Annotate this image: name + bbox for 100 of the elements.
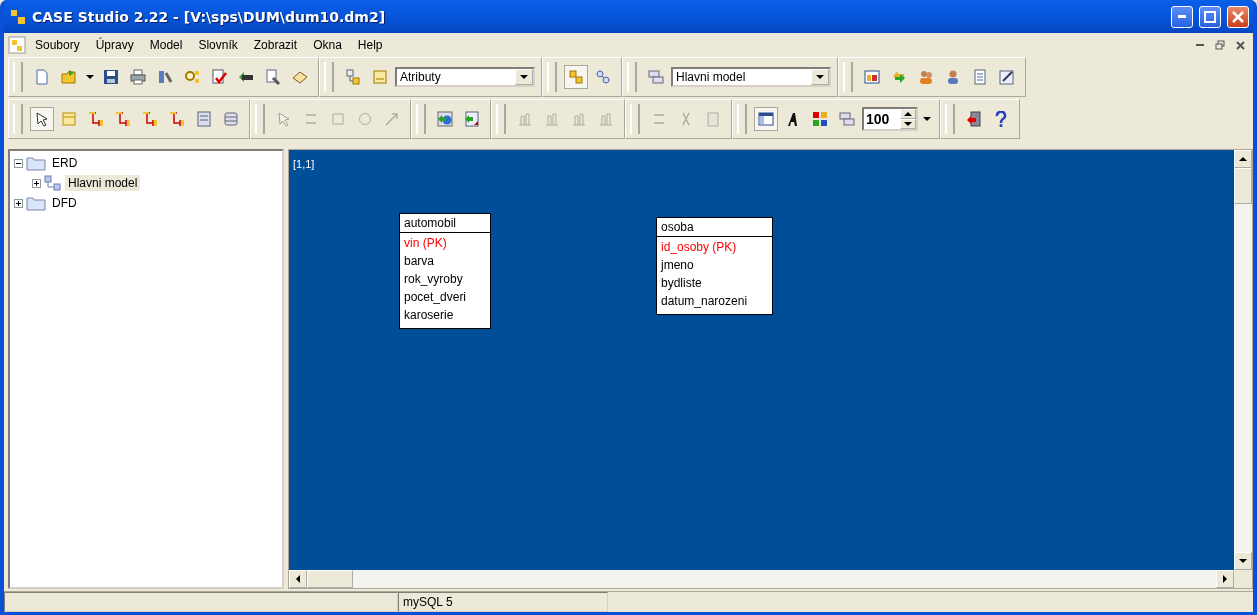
pencil-icon: [999, 69, 1015, 85]
toolbar-grip[interactable]: [843, 62, 853, 92]
triangle-icon: [1239, 559, 1247, 563]
blank-page-icon: [34, 69, 50, 85]
attribute: id_osoby (PK): [660, 239, 738, 256]
dropdown-button[interactable]: [811, 69, 829, 85]
pointer-icon: [34, 111, 50, 127]
menu-item[interactable]: Slovník: [191, 36, 245, 54]
tree-item[interactable]: DFD: [49, 195, 80, 211]
minimize-icon: [1178, 15, 1186, 18]
maximize-icon: [1204, 10, 1216, 23]
app-logo-icon: [10, 8, 26, 25]
relation-icon: [169, 111, 185, 127]
window-title: CASE Studio 2.22 - [V:\sps\DUM\dum10.dm2]: [32, 8, 387, 25]
toolbar-button[interactable]: [30, 107, 54, 131]
toolbar-grip[interactable]: [630, 104, 640, 134]
question-mark-icon: [993, 111, 1009, 127]
scroll-right-button[interactable]: [1216, 570, 1234, 588]
menu-item[interactable]: Zobrazit: [246, 36, 305, 54]
attribute: datum_narozeni: [660, 293, 749, 310]
minimize-button[interactable]: [1171, 5, 1193, 28]
folder-arrow-icon: [61, 69, 77, 85]
zoom-spinner[interactable]: 100: [862, 107, 918, 131]
spin-up-button[interactable]: [900, 109, 916, 119]
triangle-icon: [1223, 575, 1227, 583]
entity-name: automobil: [400, 214, 490, 233]
toolbar-grip[interactable]: [737, 104, 747, 134]
window-layout-icon: [758, 111, 774, 127]
tree-item[interactable]: Hlavni model: [65, 175, 141, 191]
caret-icon: [86, 74, 94, 80]
circle-icon: [357, 111, 373, 127]
align-icon: [571, 111, 587, 127]
toolbar-grip[interactable]: [945, 104, 955, 134]
entity-name: osoba: [657, 218, 772, 237]
toolbar-grip[interactable]: [496, 104, 506, 134]
folder-icon: [26, 155, 46, 171]
entity-table[interactable]: osoba id_osoby (PK) jmeno bydliste datum_narozeni: [656, 217, 773, 315]
page-tools-icon: [265, 69, 281, 85]
expander-button[interactable]: [14, 158, 23, 168]
attribute: rok_vyroby: [403, 271, 464, 288]
toolbar-grip[interactable]: [13, 104, 23, 134]
scroll-thumb[interactable]: [1234, 168, 1252, 204]
stacked-tables-icon: [648, 69, 664, 85]
arrow-icon: [384, 111, 400, 127]
notepad-icon: [972, 69, 988, 85]
attribute: jmeno: [659, 257, 695, 274]
toolbar-button[interactable]: [754, 107, 778, 131]
maximize-button[interactable]: [1199, 5, 1221, 28]
expander-button[interactable]: [14, 198, 23, 208]
minimize-icon: [1196, 44, 1204, 46]
tools-icon: [157, 69, 173, 85]
vertical-scrollbar[interactable]: [1234, 150, 1252, 570]
relation-icon: [88, 111, 104, 127]
attribute: karoserie: [403, 307, 455, 324]
toolbar-grip[interactable]: [255, 104, 265, 134]
model-dropdown[interactable]: Atributy: [395, 67, 535, 87]
book-icon: [292, 69, 308, 85]
scroll-up-button[interactable]: [1234, 150, 1252, 168]
rectangle-icon: [330, 111, 346, 127]
expander-button[interactable]: [32, 178, 41, 188]
menu-item[interactable]: Úpravy: [88, 36, 141, 54]
toolbar-grip[interactable]: [547, 62, 557, 92]
attribute: vin (PK): [403, 235, 448, 252]
model-dropdown[interactable]: Hlavni model: [671, 67, 831, 87]
caret-icon: [923, 116, 931, 122]
attribute: barva: [403, 253, 436, 270]
scroll-down-button[interactable]: [1234, 552, 1252, 570]
lines-icon: [651, 111, 667, 127]
toolbar-grip[interactable]: [416, 104, 426, 134]
close-button[interactable]: [1227, 5, 1249, 28]
align-icon: [517, 111, 533, 127]
table-icon: [864, 69, 880, 85]
door-arrow-icon: [966, 111, 982, 127]
menu-item[interactable]: Soubory: [28, 36, 87, 54]
align-icon: [598, 111, 614, 127]
tree-item[interactable]: ERD: [49, 155, 81, 171]
scroll-thumb[interactable]: [307, 570, 353, 588]
scroll-left-button[interactable]: [289, 570, 307, 588]
entity-icon: [61, 111, 77, 127]
close-icon: [1235, 40, 1245, 50]
menu-item[interactable]: Okna: [306, 36, 349, 54]
color-squares-icon: [812, 111, 828, 127]
refresh-arrows-icon: [891, 69, 907, 85]
attribute: pocet_dveri: [403, 289, 468, 306]
toolbar-grip[interactable]: [324, 62, 334, 92]
entity-table[interactable]: automobil vin (PK) barva rok_vyroby pocet_dveri karoserie: [399, 213, 491, 329]
pointer-icon: [276, 111, 292, 127]
toolbar-grip[interactable]: [627, 62, 637, 92]
menu-item[interactable]: Help: [350, 36, 390, 54]
triangle-icon: [296, 575, 300, 583]
horizontal-scrollbar[interactable]: [289, 570, 1234, 588]
grid-icon: [223, 111, 239, 127]
toolbar-grip[interactable]: [13, 62, 23, 92]
spin-down-button[interactable]: [900, 119, 916, 129]
menu-item[interactable]: Model: [142, 36, 190, 54]
dropdown-button[interactable]: [515, 69, 533, 85]
diagram-icon: [345, 69, 361, 85]
magnifier-icon: [184, 69, 200, 85]
plus-icon: [15, 199, 22, 207]
attribute: bydliste: [660, 275, 703, 292]
